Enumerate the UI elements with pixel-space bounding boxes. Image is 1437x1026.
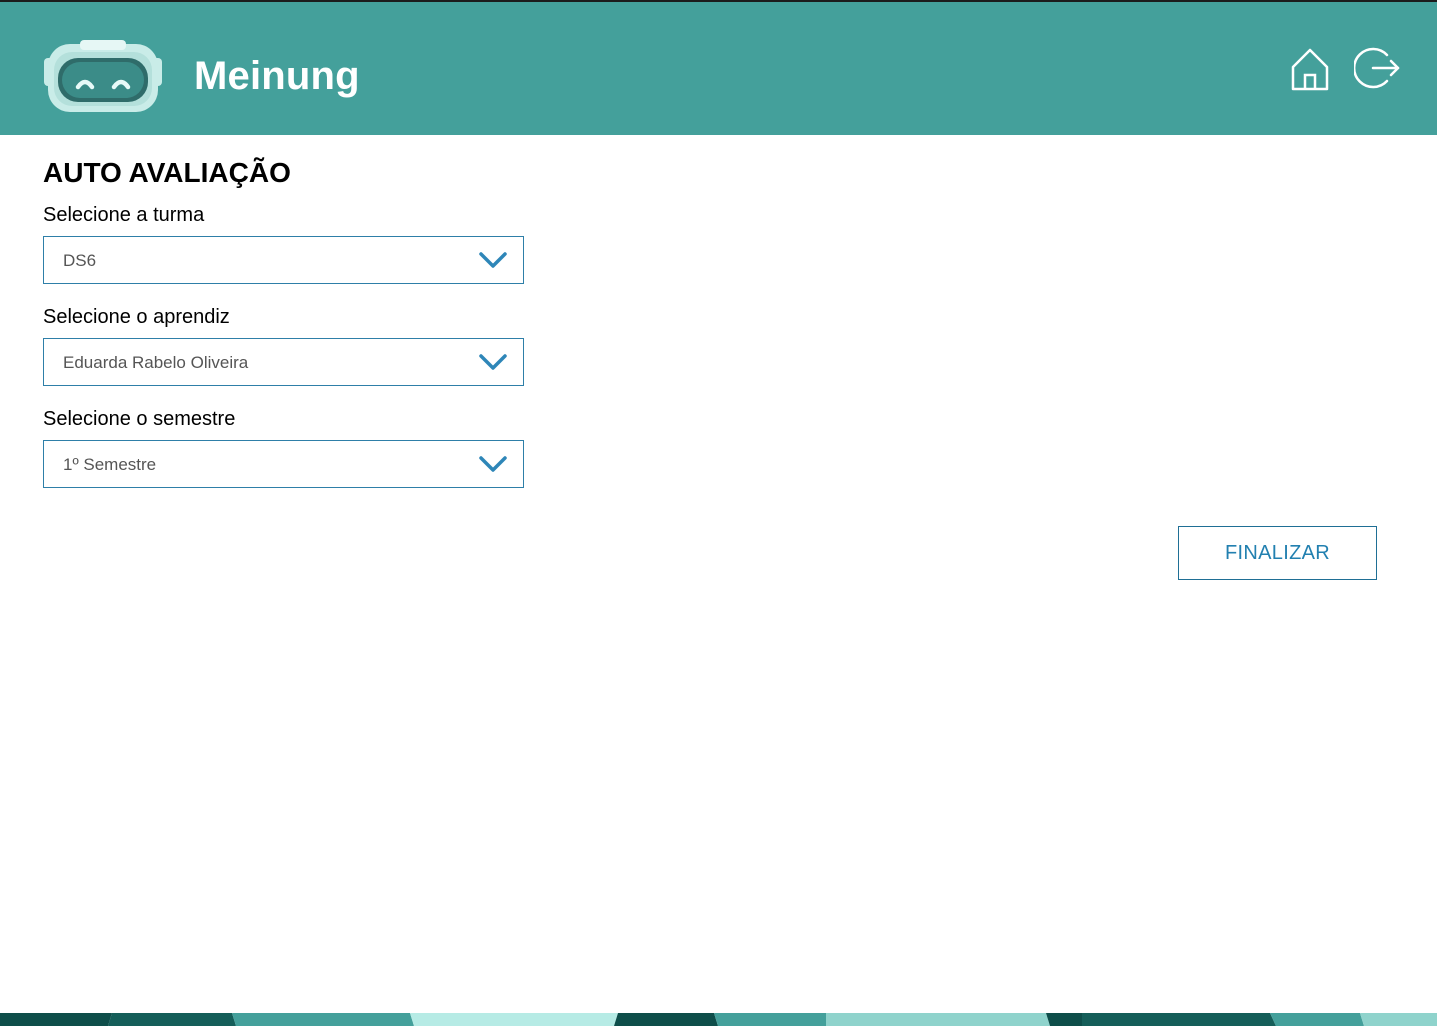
turma-select[interactable]: DS6 <box>43 236 524 284</box>
turma-select-value: DS6 <box>63 251 97 270</box>
page: Meinung AUTO AVALIAÇÃO Selecione a turma… <box>0 0 1437 1026</box>
finalize-button[interactable]: FINALIZAR <box>1178 526 1377 580</box>
chevron-down-icon <box>479 456 507 472</box>
chevron-down-icon <box>479 354 507 370</box>
semestre-label: Selecione o semestre <box>43 408 236 430</box>
home-icon[interactable] <box>1290 46 1330 92</box>
semestre-select[interactable]: 1º Semestre <box>43 440 524 488</box>
app-header: Meinung <box>0 0 1437 135</box>
robot-logo-icon <box>44 40 162 112</box>
turma-label: Selecione a turma <box>43 204 205 226</box>
aprendiz-select[interactable]: Eduarda Rabelo Oliveira <box>43 338 524 386</box>
chevron-down-icon <box>479 252 507 268</box>
aprendiz-label: Selecione o aprendiz <box>43 306 230 328</box>
page-title: AUTO AVALIAÇÃO <box>43 157 291 188</box>
app-title: Meinung <box>194 54 360 98</box>
aprendiz-select-value: Eduarda Rabelo Oliveira <box>63 353 249 372</box>
semestre-select-value: 1º Semestre <box>63 455 157 474</box>
footer-decorative-strip <box>0 1013 1437 1026</box>
logout-icon[interactable] <box>1354 44 1400 92</box>
